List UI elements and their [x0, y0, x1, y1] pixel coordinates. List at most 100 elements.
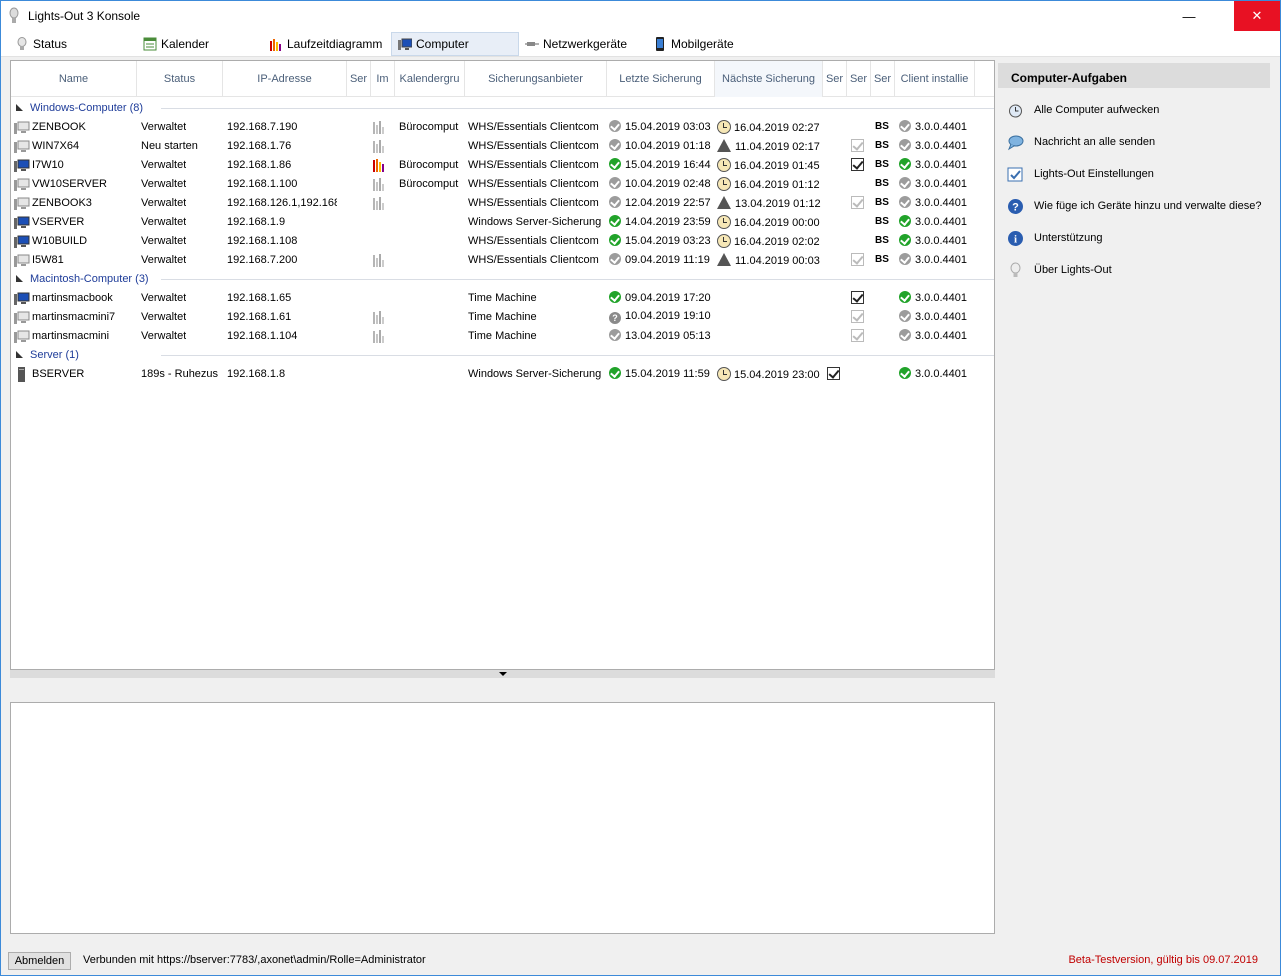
table-row[interactable]: VSERVER Verwaltet 192.168.1.9 Windows Serve…: [11, 213, 994, 232]
checkbox-icon[interactable]: [851, 253, 864, 266]
task-wake-all[interactable]: Alle Computer aufwecken: [1007, 100, 1159, 120]
cell-client-version: 3.0.0.4401: [899, 139, 967, 152]
collapse-triangle-icon[interactable]: [16, 351, 23, 358]
column-ser-4[interactable]: Ser: [871, 61, 895, 97]
column-client-installiert[interactable]: Client installie: [895, 61, 975, 97]
cell-next-backup: 16.04.2019 01:12: [717, 177, 820, 191]
tab-computer[interactable]: Computer: [391, 32, 519, 56]
task-help[interactable]: ? Wie füge ich Geräte hinzu und verwalte…: [1007, 196, 1261, 216]
cell-client-version: 3.0.0.4401: [899, 329, 967, 342]
checkbox-icon[interactable]: [851, 291, 864, 304]
column-name[interactable]: Name: [11, 61, 137, 97]
cell-kalendergruppe: Bürocomput: [399, 159, 459, 171]
cell-kalendergruppe: Bürocomput: [399, 178, 459, 190]
table-row[interactable]: BSERVER 189s - Ruhezus 192.168.1.8 Windows …: [11, 365, 994, 384]
cell-status: Verwaltet: [141, 178, 187, 190]
column-im[interactable]: Im: [371, 61, 395, 97]
column-ser-3[interactable]: Ser: [847, 61, 871, 97]
clock-icon: [717, 177, 731, 191]
cell-ip: 192.168.126.1,192.168.: [227, 197, 337, 209]
computer-icon: [14, 216, 30, 229]
cell-client-version: 3.0.0.4401: [899, 120, 967, 133]
svg-text:i: i: [1014, 233, 1017, 245]
cell-provider: WHS/Essentials Clientcom: [468, 254, 599, 266]
column-sicherungsanbieter[interactable]: Sicherungsanbieter: [465, 61, 607, 97]
next-backup-text: 16.04.2019 02:27: [734, 122, 820, 134]
cell-provider: Windows Server-Sicherung: [468, 216, 602, 228]
table-row[interactable]: W10BUILD Verwaltet 192.168.1.108 WHS/Essent…: [11, 232, 994, 251]
cell-status: Neu starten: [141, 140, 198, 152]
last-backup-text: 15.04.2019 03:23: [625, 235, 711, 247]
check-green-icon: [609, 158, 621, 170]
settings-checkbox-icon: [1007, 167, 1023, 181]
table-row[interactable]: ZENBOOK Verwaltet 192.168.7.190 Bürocomput W…: [11, 118, 994, 137]
window-title: Lights-Out 3 Konsole: [28, 9, 141, 23]
tab-status[interactable]: Status: [9, 32, 129, 56]
column-ser-2[interactable]: Ser: [823, 61, 847, 97]
table-row[interactable]: I7W10 Verwaltet 192.168.1.86 Bürocomput WHS/…: [11, 156, 994, 175]
cell-last-backup: 10.04.2019 02:48: [609, 177, 711, 190]
cell-name: martinsmacmini: [32, 330, 110, 342]
check-gray-icon: [609, 177, 621, 189]
splitter[interactable]: [10, 670, 995, 678]
table-row[interactable]: martinsmacmini Verwaltet 192.168.1.104 Time…: [11, 327, 994, 346]
chevron-down-icon[interactable]: [499, 672, 507, 676]
next-backup-text: 11.04.2019 00:03: [735, 255, 820, 267]
checkbox-icon[interactable]: [851, 139, 864, 152]
collapse-triangle-icon[interactable]: [16, 275, 23, 282]
app-window: Lights-Out 3 Konsole — ✕ Status Kalender…: [0, 0, 1281, 976]
tab-label: Netzwerkgeräte: [543, 37, 628, 51]
check-green-icon: [609, 291, 621, 303]
close-button[interactable]: ✕: [1234, 1, 1280, 31]
group-header[interactable]: Windows-Computer (8): [11, 99, 994, 118]
checkbox-icon[interactable]: [851, 158, 864, 171]
table-row[interactable]: martinsmacmini7 Verwaltet 192.168.1.61 Time…: [11, 308, 994, 327]
group-header[interactable]: Macintosh-Computer (3): [11, 270, 994, 289]
column-ip-address[interactable]: IP-Adresse: [223, 61, 347, 97]
task-support[interactable]: i Unterstützung: [1007, 228, 1102, 248]
tab-mobilgeraete[interactable]: Mobilgeräte: [647, 32, 775, 56]
table-row[interactable]: ZENBOOK3 Verwaltet 192.168.126.1,192.168. W…: [11, 194, 994, 213]
task-about[interactable]: Über Lights-Out: [1007, 260, 1112, 280]
check-gray-icon: [609, 253, 621, 265]
table-row[interactable]: WIN7X64 Neu starten 192.168.1.76 WHS/Essent…: [11, 137, 994, 156]
next-backup-text: 13.04.2019 01:12: [735, 198, 821, 210]
column-ser-1[interactable]: Ser: [347, 61, 371, 97]
minimize-button[interactable]: —: [1166, 1, 1212, 31]
task-settings[interactable]: Lights-Out Einstellungen: [1007, 164, 1154, 184]
cell-next-backup: 13.04.2019 01:12: [717, 196, 821, 210]
status-bar: Abmelden Verbunden mit https://bserver:7…: [1, 945, 1280, 975]
table-row[interactable]: martinsmacbook Verwaltet 192.168.1.65 Time …: [11, 289, 994, 308]
computer-list[interactable]: Name Status IP-Adresse Ser Im Kalendergr…: [10, 60, 995, 670]
check-green-icon: [899, 215, 911, 227]
tab-netzwerkgeraete[interactable]: Netzwerkgeräte: [519, 32, 647, 56]
column-kalendergruppe[interactable]: Kalendergru: [395, 61, 465, 97]
checkbox-icon[interactable]: [851, 310, 864, 323]
column-naechste-sicherung[interactable]: Nächste Sicherung: [715, 61, 823, 97]
table-row[interactable]: VW10SERVER Verwaltet 192.168.1.100 Bürocomp…: [11, 175, 994, 194]
task-send-message[interactable]: Nachricht an alle senden: [1007, 132, 1155, 152]
logout-button[interactable]: Abmelden: [8, 952, 71, 970]
calendar-icon: [143, 37, 157, 51]
cell-status: Verwaltet: [141, 292, 187, 304]
group-header[interactable]: Server (1): [11, 346, 994, 365]
check-gray-icon: [899, 329, 911, 341]
cell-next-backup: 15.04.2019 23:00: [717, 367, 820, 381]
column-status[interactable]: Status: [137, 61, 223, 97]
cell-ip: 192.168.1.108: [227, 235, 298, 247]
tab-label: Computer: [416, 37, 469, 51]
clock-icon: [717, 234, 731, 248]
cell-bs: BS: [875, 140, 889, 151]
detail-pane: [10, 702, 995, 934]
collapse-triangle-icon[interactable]: [16, 104, 23, 111]
checkbox-icon[interactable]: [827, 367, 840, 380]
column-letzte-sicherung[interactable]: Letzte Sicherung: [607, 61, 715, 97]
last-backup-text: 09.04.2019 17:20: [625, 292, 711, 304]
table-row[interactable]: I5W81 Verwaltet 192.168.7.200 WHS/Essential…: [11, 251, 994, 270]
cell-provider: WHS/Essentials Clientcom: [468, 140, 599, 152]
tab-kalender[interactable]: Kalender: [137, 32, 257, 56]
task-label: Alle Computer aufwecken: [1034, 104, 1160, 116]
tab-laufzeitdiagramm[interactable]: Laufzeitdiagramm: [263, 32, 391, 56]
checkbox-icon[interactable]: [851, 329, 864, 342]
checkbox-icon[interactable]: [851, 196, 864, 209]
